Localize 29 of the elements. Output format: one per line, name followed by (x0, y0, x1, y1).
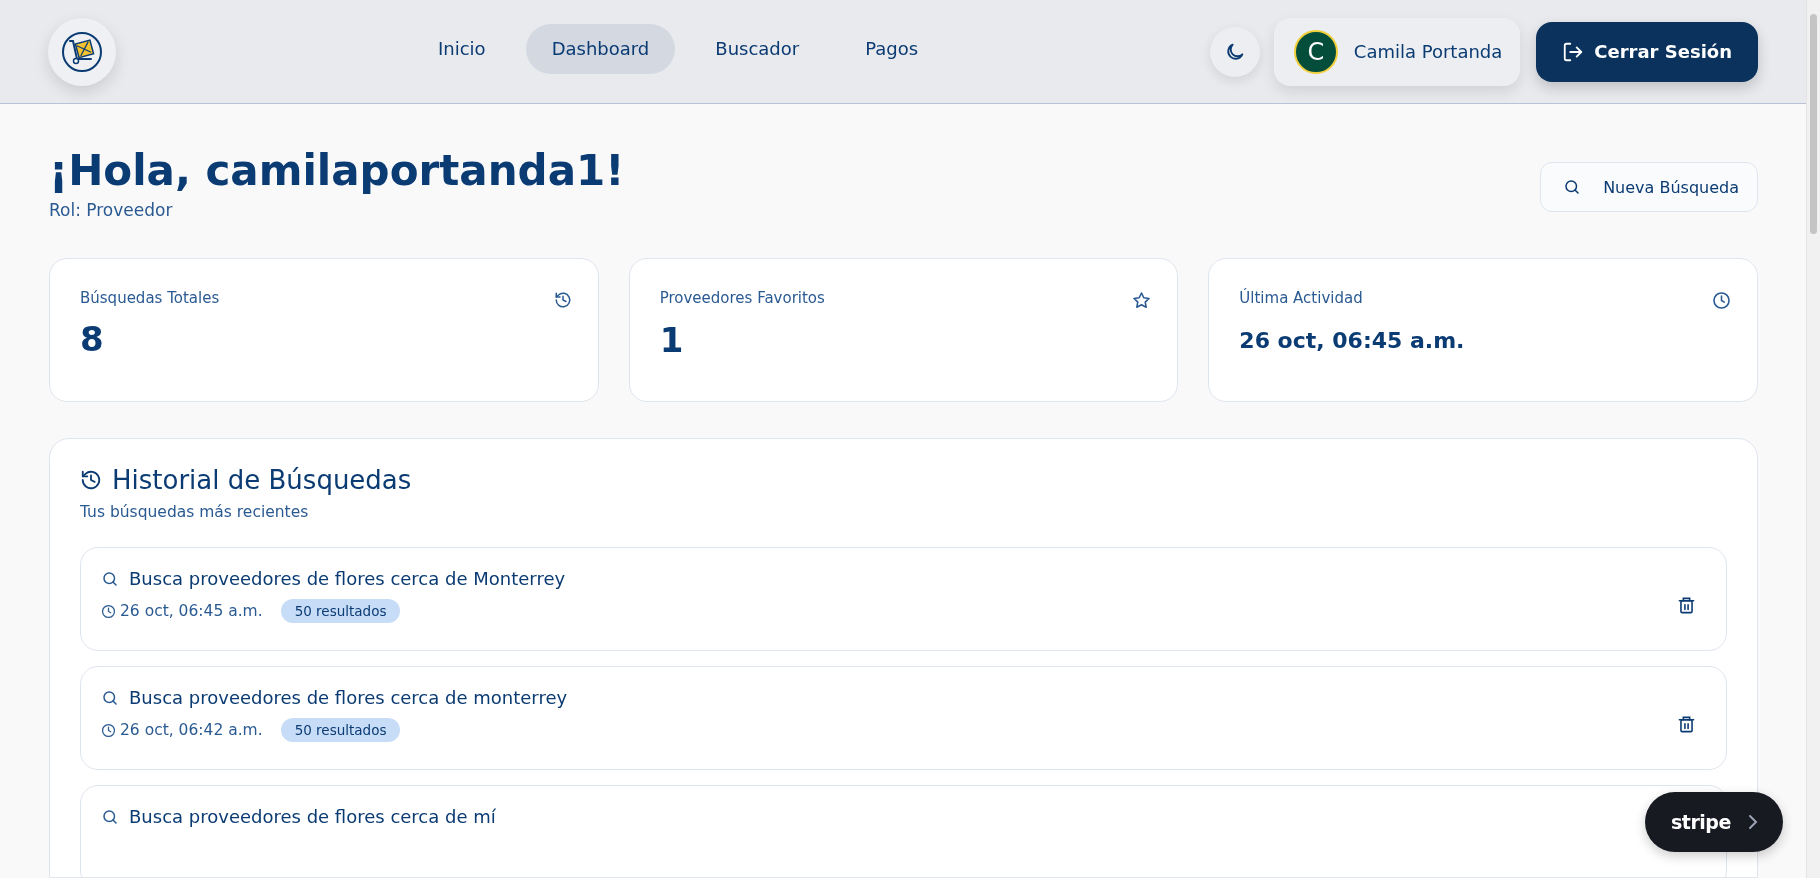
results-count: 50 resultados (280, 718, 401, 743)
search-history-item[interactable]: Busca proveedores de flores cerca de monterrey 26 oct, 06:42 a.m. 50 resultados (80, 666, 1727, 771)
nav-tab[interactable]: Buscador (689, 24, 826, 74)
stat-value: 1 (659, 320, 685, 361)
nav-tab[interactable]: Pagos (839, 24, 945, 74)
stat-value: 26 oct, 06:45 a.m. (1239, 328, 1466, 354)
stripe-badge[interactable]: stripe (1645, 792, 1783, 852)
greeting-title: ¡Hola, camilaportanda1! (49, 148, 625, 195)
results-count: 50 resultados (280, 599, 401, 624)
history-title: Historial de Búsquedas (112, 465, 412, 496)
history-subtitle: Tus búsquedas más recientes (80, 503, 310, 522)
search-date: 26 oct, 06:42 a.m. (120, 721, 263, 740)
stat-label: Proveedores Favoritos (659, 289, 825, 308)
nav-tab[interactable]: Dashboard (525, 24, 676, 74)
stat-label: Búsquedas Totales (80, 289, 220, 308)
search-history-item[interactable]: Busca proveedores de flores cerca de Monterrey 26 oct, 06:45 a.m. 50 resultados (80, 547, 1727, 652)
stat-value: 8 (80, 319, 105, 360)
user-name: Camila Portanda (1353, 41, 1503, 62)
search-date: 26 oct, 06:45 a.m. (120, 602, 263, 621)
search-query: Busca proveedores de flores cerca de monterrey (129, 687, 568, 709)
search-query: Busca proveedores de flores cerca de mí (129, 806, 496, 828)
user-avatar: C (1293, 29, 1338, 74)
logout-button[interactable]: Cerrar Sesión (1536, 21, 1758, 82)
nav-tab[interactable]: Inicio (412, 24, 512, 74)
search-query: Busca proveedores de flores cerca de Monterrey (129, 568, 566, 590)
user-profile-chip[interactable]: C Camila Portanda (1273, 17, 1521, 86)
new-search-button[interactable]: Nueva Búsqueda (1540, 162, 1758, 212)
stat-label: Última Actividad (1239, 289, 1363, 308)
user-role: Rol: Proveedor (49, 200, 174, 221)
